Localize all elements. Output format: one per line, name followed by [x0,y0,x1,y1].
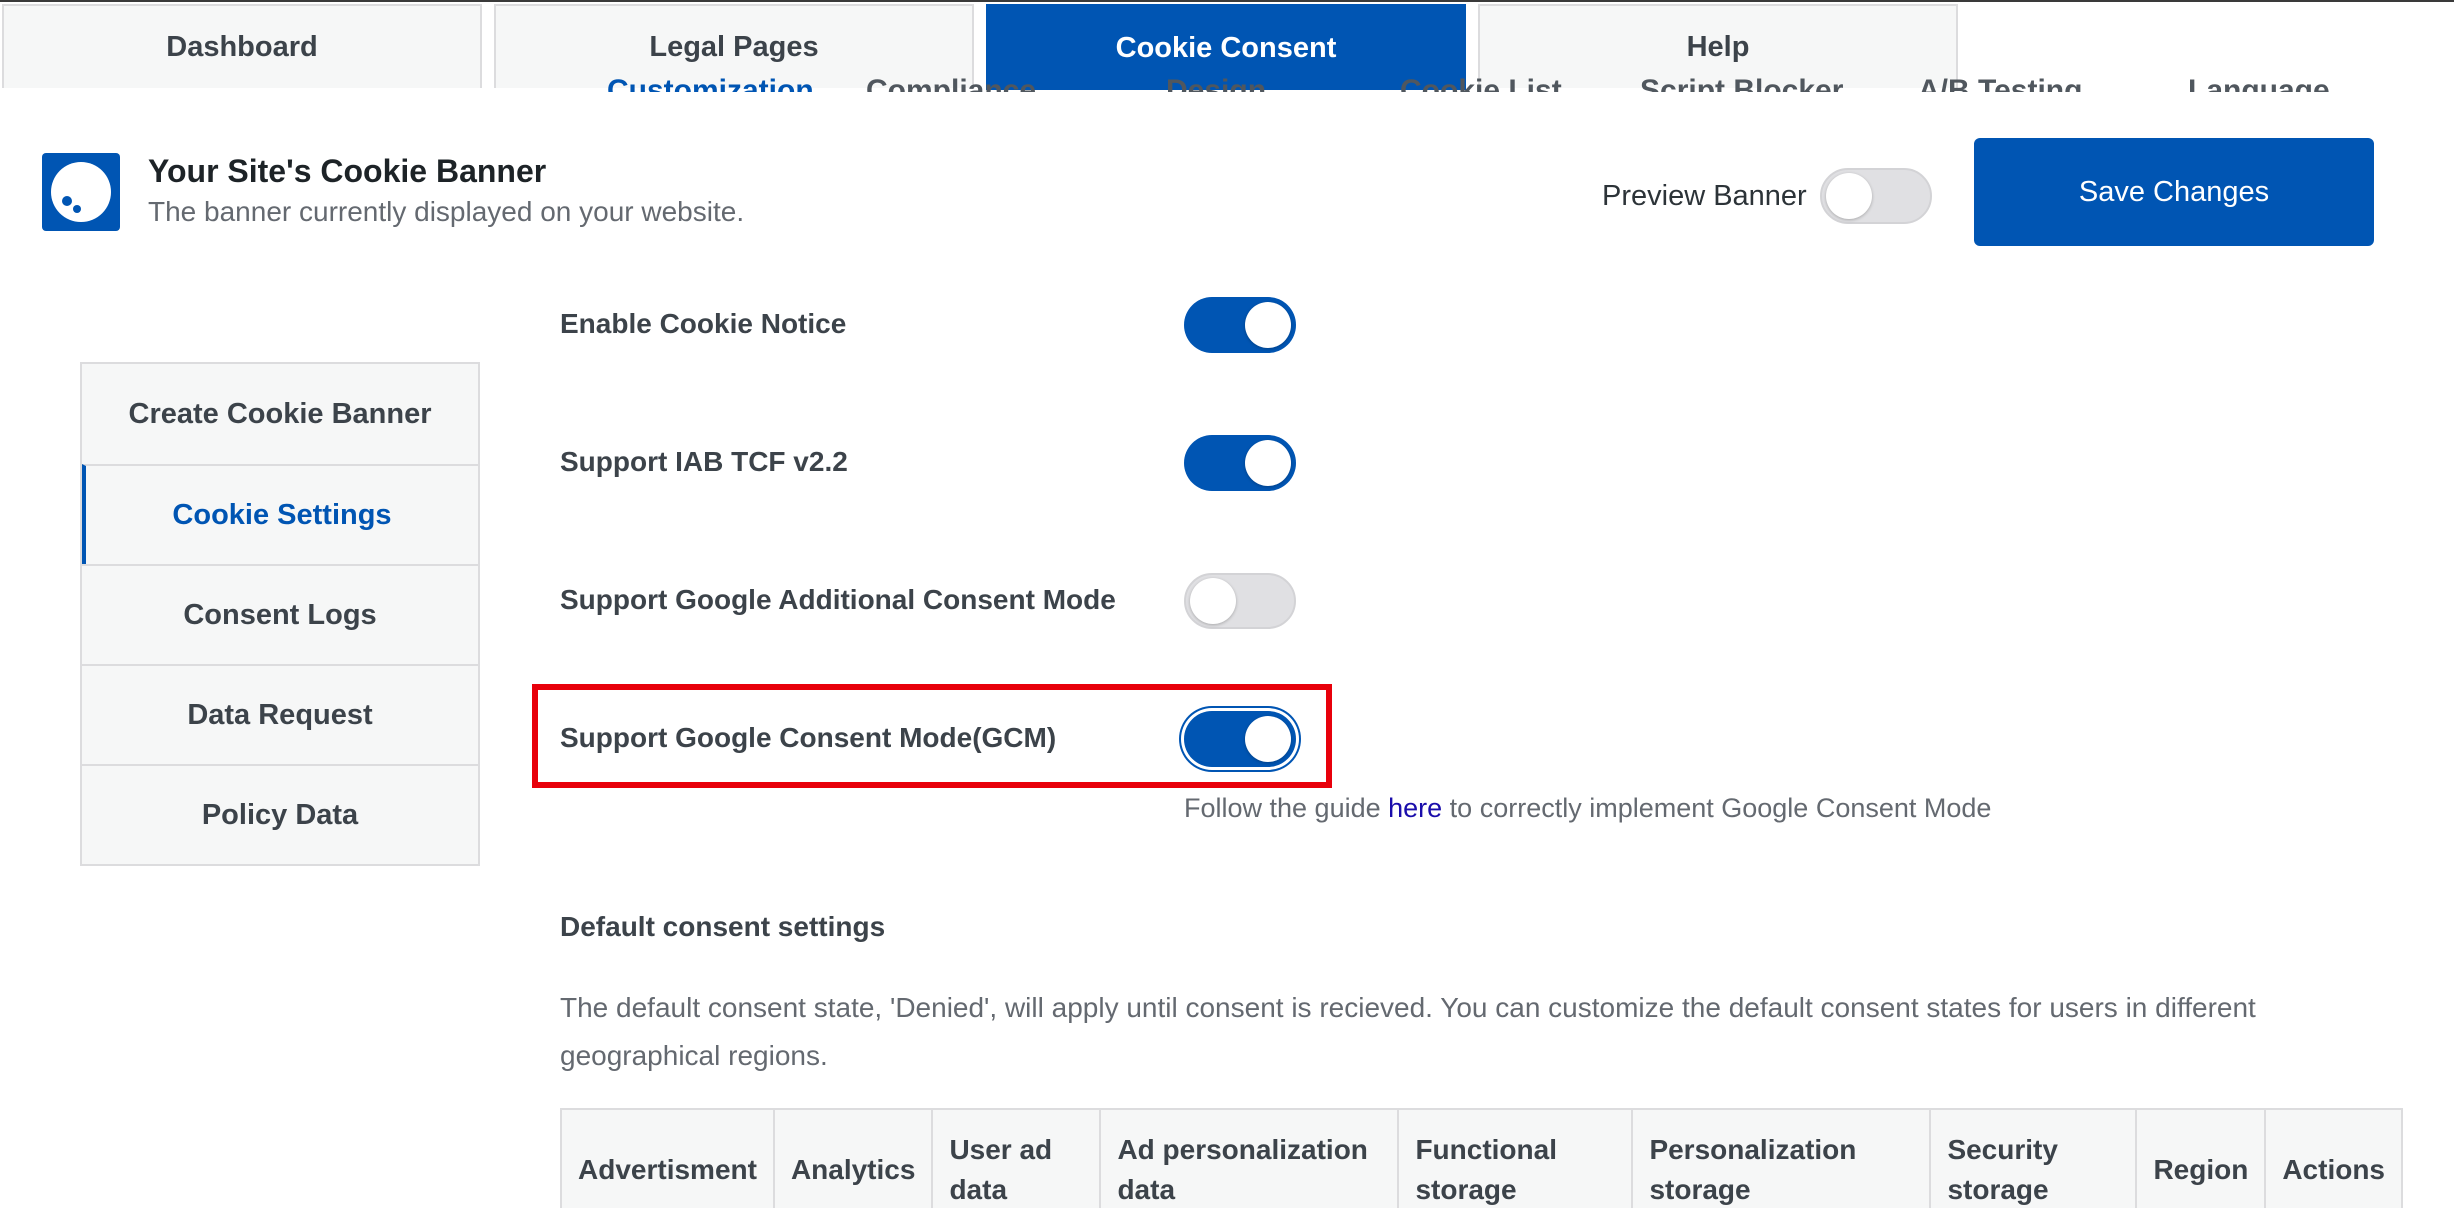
subtab-ab-testing[interactable]: A/B Testing [1918,74,2082,92]
column-header-region: Region [2135,1108,2267,1208]
default-consent-description: The default consent state, 'Denied', wil… [560,992,2256,1071]
support-iab-tcf-toggle[interactable] [1184,435,1296,491]
guide-prefix: Follow the guide [1184,793,1389,823]
sidebar-item-create-cookie-banner[interactable]: Create Cookie Banner [82,364,478,464]
column-header-ad-personalization-data: Ad personalization data [1099,1108,1400,1208]
preview-banner-label: Preview Banner [1602,180,1807,212]
guide-here-link[interactable]: here [1388,793,1442,823]
table-header-row: Advertisment Analytics User ad data Ad p… [560,1108,2404,1208]
column-header-security-storage: Security storage [1929,1108,2138,1208]
column-header-analytics: Analytics [772,1108,934,1208]
toggle-knob [1245,302,1291,348]
default-consent-heading: Default consent settings [560,911,886,942]
column-header-functional-storage: Functional storage [1397,1108,1634,1208]
page-title: Your Site's Cookie Banner [148,153,547,189]
toggle-knob [1245,440,1291,486]
preview-banner-toggle[interactable] [1820,168,1932,224]
subtab-language[interactable]: Language [2188,74,2330,92]
gcm-guide-text: Follow the guide here to correctly imple… [1184,793,1991,824]
sidebar-item-data-request[interactable]: Data Request [82,664,478,764]
page-subtitle: The banner currently displayed on your w… [148,196,745,227]
support-iab-tcf-label: Support IAB TCF v2.2 [560,446,848,477]
column-header-actions: Actions [2264,1108,2404,1208]
save-changes-button[interactable]: Save Changes [1974,138,2374,246]
toggle-knob [1826,173,1872,219]
toggle-knob [1245,716,1291,762]
sidebar-item-consent-logs[interactable]: Consent Logs [82,564,478,664]
enable-cookie-notice-label: Enable Cookie Notice [560,308,847,339]
subtab-compliance[interactable]: Compliance [866,74,1036,92]
default-consent-table: Advertisment Analytics User ad data Ad p… [560,1108,2404,1208]
enable-cookie-notice-toggle[interactable] [1184,297,1296,353]
column-header-personalization-storage: Personalization storage [1631,1108,1932,1208]
guide-suffix: to correctly implement Google Consent Mo… [1442,793,1992,823]
subtab-cookie-list[interactable]: Cookie List [1400,74,1562,92]
subtab-script-blocker[interactable]: Script Blocker [1640,74,1843,92]
sidebar-item-cookie-settings[interactable]: Cookie Settings [82,464,478,564]
support-google-acm-label: Support Google Additional Consent Mode [560,584,1116,615]
sub-tab-bar: Customization Compliance Design Cookie L… [0,74,2454,92]
settings-sidebar: Create Cookie Banner Cookie Settings Con… [80,362,480,866]
toggle-knob [1190,578,1236,624]
support-google-gcm-label: Support Google Consent Mode(GCM) [560,722,1057,753]
support-google-acm-toggle[interactable] [1184,573,1296,629]
column-header-advertisment: Advertisment [560,1108,775,1208]
top-divider [0,0,2454,2]
subtab-customization[interactable]: Customization [607,74,814,92]
support-google-gcm-toggle[interactable] [1184,711,1296,767]
cookie-logo-icon [42,153,120,231]
subtab-design[interactable]: Design [1166,74,1266,92]
column-header-user-ad-data: User ad data [931,1108,1102,1208]
sidebar-item-policy-data[interactable]: Policy Data [82,764,478,864]
